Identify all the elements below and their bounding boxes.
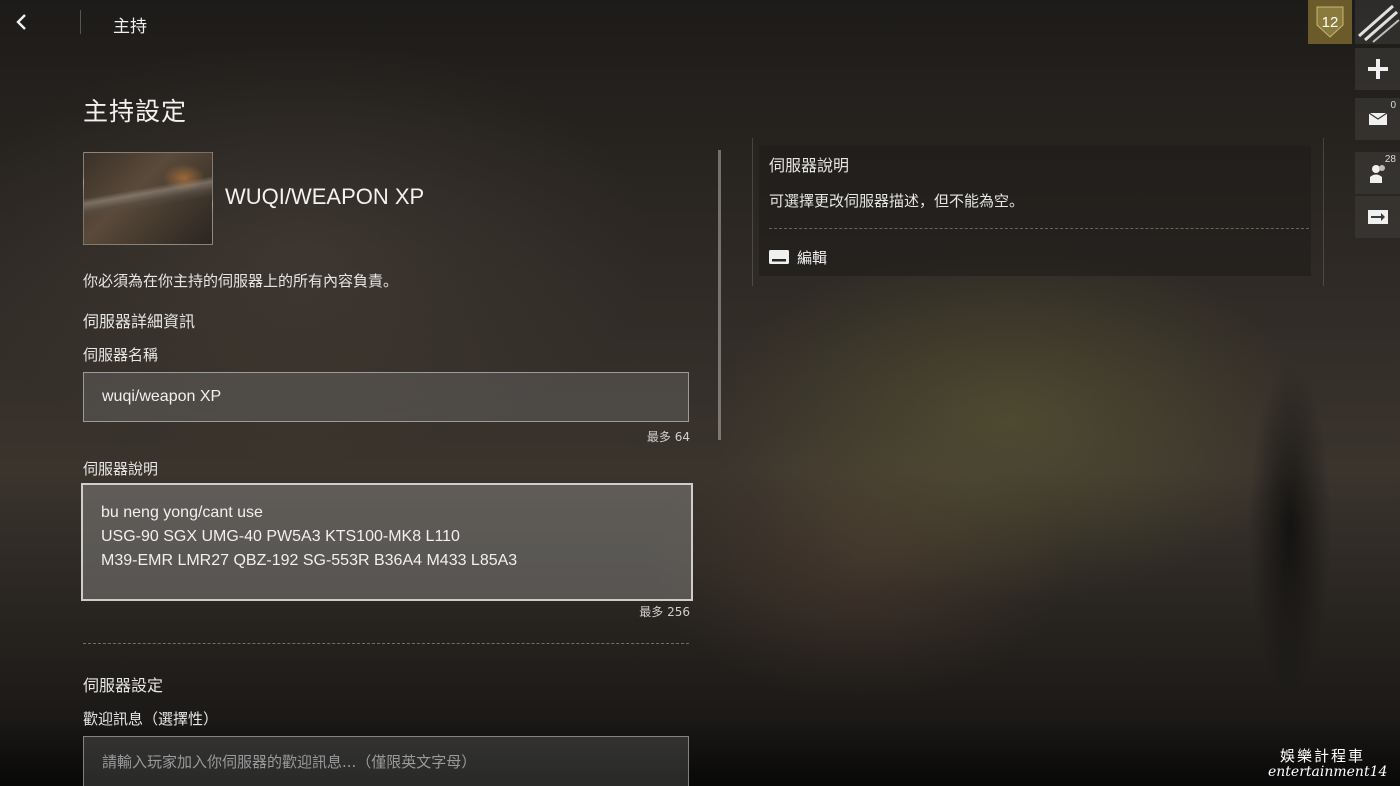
exit-icon	[1367, 210, 1388, 224]
description-line: USG-90 SGX UMG-40 PW5A3 KTS100-MK8 L110	[101, 528, 460, 545]
section-divider	[83, 643, 689, 644]
keyboard-icon	[769, 250, 789, 264]
chevron-left-icon	[16, 14, 26, 30]
section-heading-settings: 伺服器設定	[83, 676, 164, 695]
section-heading-details: 伺服器詳細資訊	[83, 312, 196, 331]
server-name-value: wuqi/weapon XP	[102, 388, 222, 405]
edit-label: 編輯	[797, 248, 828, 267]
page-title: 主持設定	[83, 97, 188, 126]
welcome-message-input[interactable]: 請輸入玩家加入你伺服器的歡迎訊息...（僅限英文字母）	[83, 736, 689, 786]
watermark-line-1: 娛樂計程車	[1280, 747, 1366, 765]
server-description-input[interactable]: bu neng yong/cant use USG-90 SGX UMG-40 …	[81, 483, 693, 601]
friends-button[interactable]: 28	[1355, 152, 1400, 194]
level-number: 12	[1321, 13, 1339, 31]
info-divider	[769, 228, 1309, 229]
info-title: 伺服器說明	[769, 156, 850, 175]
top-divider	[80, 10, 81, 34]
plus-icon	[1367, 59, 1388, 79]
info-panel: 伺服器說明 可選擇更改伺服器描述，但不能為空。 編輯	[752, 138, 1324, 286]
rank-slash-icon	[1358, 4, 1400, 43]
scrollbar[interactable]	[718, 150, 721, 440]
responsibility-notice: 你必須為在你主持的伺服器上的所有內容負責。	[83, 272, 399, 290]
server-title: WUQI/WEAPON XP	[225, 184, 425, 209]
friends-icon	[1369, 165, 1385, 183]
top-bar: 主持	[0, 0, 1340, 46]
edit-button[interactable]: 編輯	[769, 246, 827, 268]
description-line: bu neng yong/cant use	[101, 504, 263, 521]
background-silhouette	[1230, 300, 1350, 750]
description-line: M39-EMR LMR27 QBZ-192 SG-553R B36A4 M433…	[101, 552, 518, 569]
server-description-max: 最多 256	[639, 605, 690, 619]
server-name-max: 最多 64	[646, 430, 690, 444]
mail-count: 0	[1390, 100, 1396, 111]
rank-emblem[interactable]	[1355, 0, 1400, 44]
friends-count: 28	[1384, 154, 1396, 165]
mail-icon	[1368, 113, 1387, 125]
server-name-input[interactable]: wuqi/weapon XP	[83, 372, 689, 422]
back-button[interactable]	[8, 8, 36, 36]
add-button[interactable]	[1355, 48, 1400, 90]
exit-button[interactable]	[1355, 196, 1400, 238]
server-description-label: 伺服器說明	[83, 460, 159, 478]
info-text: 可選擇更改伺服器描述，但不能為空。	[769, 192, 1025, 210]
mail-button[interactable]: 0	[1355, 98, 1400, 140]
info-panel-body: 伺服器說明 可選擇更改伺服器描述，但不能為空。 編輯	[759, 146, 1311, 276]
welcome-message-label: 歡迎訊息（選擇性）	[83, 710, 219, 728]
watermark-line-2: entertainment14	[1268, 764, 1388, 780]
server-name-label: 伺服器名稱	[83, 346, 159, 364]
level-badge[interactable]: 12	[1308, 0, 1352, 44]
server-thumbnail	[83, 152, 213, 245]
top-title: 主持	[113, 17, 147, 37]
welcome-message-placeholder: 請輸入玩家加入你伺服器的歡迎訊息...（僅限英文字母）	[102, 753, 477, 771]
